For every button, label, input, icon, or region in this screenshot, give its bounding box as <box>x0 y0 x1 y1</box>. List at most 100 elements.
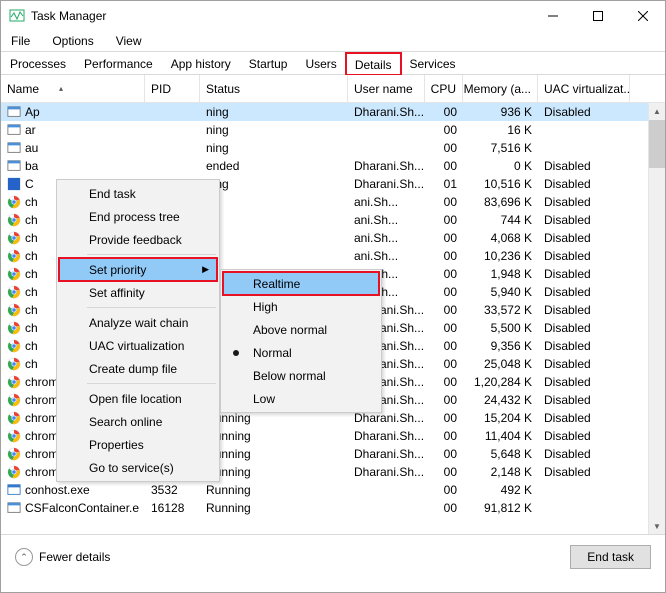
tab-app-history[interactable]: App history <box>162 52 240 74</box>
cell-pid: 3532 <box>145 483 200 497</box>
menu-view[interactable]: View <box>112 32 146 50</box>
cell-user: Dharani.Sh... <box>348 429 425 443</box>
cell-memory: 16 K <box>463 123 538 137</box>
cell-uac: Disabled <box>538 465 630 479</box>
tab-details[interactable]: Details <box>346 53 401 75</box>
col-header-status[interactable]: Status <box>200 75 348 102</box>
cell-user: Dharani.Sh... <box>348 447 425 461</box>
ctx-analyze-wait[interactable]: Analyze wait chain <box>59 311 217 334</box>
cell-user: ani.Sh... <box>348 249 425 263</box>
cell-memory: 33,572 K <box>463 303 538 317</box>
cell-cpu: 00 <box>425 285 463 299</box>
cell-uac: Disabled <box>538 249 630 263</box>
tab-processes[interactable]: Processes <box>1 52 75 74</box>
cell-cpu: 00 <box>425 321 463 335</box>
scroll-up-icon[interactable]: ▲ <box>649 103 665 120</box>
ctx-feedback[interactable]: Provide feedback <box>59 228 217 251</box>
cell-memory: 25,048 K <box>463 357 538 371</box>
ctx-properties[interactable]: Properties <box>59 433 217 456</box>
ctx-end-tree[interactable]: End process tree <box>59 205 217 228</box>
sort-caret-icon: ▴ <box>59 84 63 93</box>
menu-file[interactable]: File <box>7 32 34 50</box>
process-icon <box>7 123 21 137</box>
minimize-button[interactable] <box>530 1 575 31</box>
window-buttons <box>530 1 665 31</box>
cell-uac: Disabled <box>538 267 630 281</box>
process-icon <box>7 465 21 479</box>
priority-high[interactable]: High <box>223 295 379 318</box>
ctx-search-online[interactable]: Search online <box>59 410 217 433</box>
tab-performance[interactable]: Performance <box>75 52 162 74</box>
cell-cpu: 00 <box>425 393 463 407</box>
cell-uac: Disabled <box>538 195 630 209</box>
cell-cpu: 00 <box>425 267 463 281</box>
table-row[interactable]: baendedDharani.Sh...000 KDisabled <box>1 157 665 175</box>
cell-cpu: 01 <box>425 177 463 191</box>
process-icon <box>7 447 21 461</box>
ctx-set-priority[interactable]: Set priority▶ <box>59 258 217 281</box>
process-icon <box>7 483 21 497</box>
cell-memory: 24,432 K <box>463 393 538 407</box>
scroll-thumb[interactable] <box>649 120 665 168</box>
cell-uac: Disabled <box>538 411 630 425</box>
cell-memory: 7,516 K <box>463 141 538 155</box>
vertical-scrollbar[interactable]: ▲ ▼ <box>648 103 665 535</box>
ctx-uac-virt[interactable]: UAC virtualization <box>59 334 217 357</box>
priority-low[interactable]: Low <box>223 387 379 410</box>
col-header-memory[interactable]: Memory (a... <box>463 75 538 102</box>
menu-separator <box>87 254 216 255</box>
menu-separator <box>87 307 216 308</box>
process-context-menu: End task End process tree Provide feedba… <box>56 179 220 482</box>
priority-below-normal[interactable]: Below normal <box>223 364 379 387</box>
tab-startup[interactable]: Startup <box>240 52 297 74</box>
process-icon <box>7 501 21 515</box>
table-row[interactable]: arning0016 K <box>1 121 665 139</box>
ctx-create-dump[interactable]: Create dump file <box>59 357 217 380</box>
cell-status: ning <box>200 123 348 137</box>
cell-status: Running <box>200 411 348 425</box>
ctx-end-task[interactable]: End task <box>59 182 217 205</box>
cell-cpu: 00 <box>425 465 463 479</box>
col-header-user[interactable]: User name <box>348 75 425 102</box>
tab-users[interactable]: Users <box>296 52 345 74</box>
table-row[interactable]: ApningDharani.Sh...00936 KDisabled <box>1 103 665 121</box>
cell-uac: Disabled <box>538 357 630 371</box>
col-header-pid[interactable]: PID <box>145 75 200 102</box>
cell-uac: Disabled <box>538 213 630 227</box>
process-icon <box>7 267 21 281</box>
scroll-down-icon[interactable]: ▼ <box>649 518 665 535</box>
process-icon <box>7 195 21 209</box>
col-header-cpu[interactable]: CPU <box>425 75 463 102</box>
cell-memory: 11,404 K <box>463 429 538 443</box>
table-row[interactable]: auning007,516 K <box>1 139 665 157</box>
cell-cpu: 00 <box>425 357 463 371</box>
process-icon <box>7 285 21 299</box>
cell-status: ended <box>200 159 348 173</box>
process-icon <box>7 249 21 263</box>
tab-services[interactable]: Services <box>401 52 465 74</box>
col-header-name[interactable]: Name▴ <box>1 75 145 102</box>
details-pane: Name▴ PID Status User name CPU Memory (a… <box>1 75 665 535</box>
maximize-button[interactable] <box>575 1 620 31</box>
menu-options[interactable]: Options <box>48 32 97 50</box>
col-header-uac[interactable]: UAC virtualizat... <box>538 75 630 102</box>
cell-status: ning <box>200 141 348 155</box>
table-row[interactable]: CSFalconContainer.e16128Running0091,812 … <box>1 499 665 517</box>
fewer-details-button[interactable]: ⌃ Fewer details <box>15 548 110 566</box>
cell-name: ar <box>1 123 145 137</box>
ctx-goto-service[interactable]: Go to service(s) <box>59 456 217 479</box>
cell-cpu: 00 <box>425 447 463 461</box>
priority-normal[interactable]: Normal <box>223 341 379 364</box>
cell-memory: 4,068 K <box>463 231 538 245</box>
cell-cpu: 00 <box>425 159 463 173</box>
cell-uac: Disabled <box>538 303 630 317</box>
table-row[interactable]: conhost.exe3532Running00492 K <box>1 481 665 499</box>
close-button[interactable] <box>620 1 665 31</box>
priority-realtime[interactable]: Realtime <box>223 272 379 295</box>
ctx-open-location[interactable]: Open file location <box>59 387 217 410</box>
process-icon <box>7 105 21 119</box>
end-task-button[interactable]: End task <box>570 545 651 569</box>
submenu-arrow-icon: ▶ <box>202 264 209 275</box>
priority-above-normal[interactable]: Above normal <box>223 318 379 341</box>
ctx-set-affinity[interactable]: Set affinity <box>59 281 217 304</box>
